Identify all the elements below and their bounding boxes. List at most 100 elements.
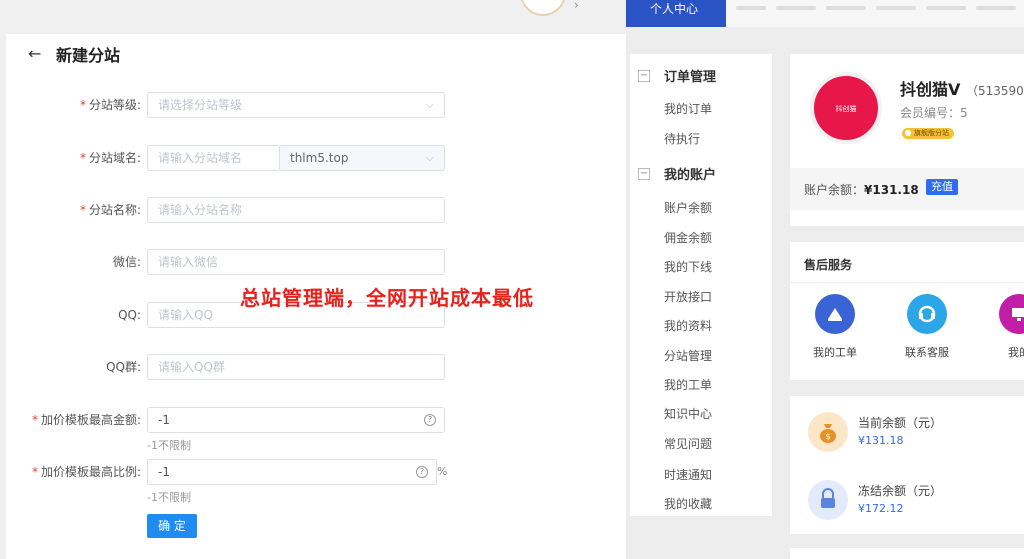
money-bag-icon: $ [808, 412, 848, 452]
personal-center-panel: 个人中心 − 订单管理 我的订单 待执行 − 我的账户 账户余额 佣金余额 我的… [626, 0, 1024, 559]
wechat-label: 微信: [112, 255, 141, 269]
monitor-icon [999, 294, 1024, 334]
avatar[interactable]: 抖创猫 [810, 72, 882, 144]
max-ratio-value: -1 [158, 465, 170, 479]
domain-input[interactable]: 请输入分站域名 [147, 145, 280, 171]
max-amount-hint: -1不限制 [147, 439, 191, 452]
tab-label: 个人中心 [650, 2, 699, 16]
name-label: * 分站名称: [79, 203, 141, 217]
percent-unit: % [437, 465, 448, 478]
tier-badge: 旗舰版分站 [902, 128, 954, 139]
wallet-label: 当前余额（元） [858, 416, 943, 430]
top-navbar: 个人中心 [626, 0, 1024, 27]
qq-group-label-wrap: QQ群: [6, 354, 141, 380]
required-mark: * [79, 98, 86, 112]
required-mark: * [79, 203, 86, 217]
qq-group-input[interactable]: 请输入QQ群 [147, 354, 445, 380]
name-input[interactable]: 请输入分站名称 [147, 197, 445, 223]
qq-label: QQ: [118, 308, 141, 322]
back-arrow-icon[interactable]: ← [28, 45, 46, 63]
profile-card: 抖创猫 抖创猫V （51359084 会员编号：5 旗舰版分站 账户余额：¥13… [790, 54, 1024, 226]
domain-label: * 分站域名: [79, 151, 141, 165]
menu-item-downline[interactable]: 我的下线 [664, 258, 712, 275]
member-number: 会员编号：5 [900, 106, 968, 120]
ticket-icon [815, 294, 855, 334]
wallet-frozen[interactable]: 冻结余额（元） ¥172.12 [808, 480, 1024, 520]
svg-text:$: $ [825, 432, 830, 441]
service-label: 联系客服 [905, 346, 949, 359]
help-icon[interactable]: ? [424, 414, 436, 426]
menu-group-orders[interactable]: − 订单管理 [638, 66, 716, 85]
tab-personal-center[interactable]: 个人中心 [626, 0, 726, 27]
help-icon[interactable]: ? [416, 466, 428, 478]
nav-placeholder [736, 6, 766, 10]
divider [790, 282, 1024, 283]
max-amount-label-wrap: * 加价模板最高金额: [6, 407, 141, 433]
domain-suffix-value: thlm5.top [290, 151, 349, 165]
required-mark: * [31, 465, 38, 479]
balance-amount: ¥131.18 [864, 183, 919, 197]
menu-item-faq[interactable]: 常见问题 [664, 435, 712, 452]
headset-icon [907, 294, 947, 334]
level-label: * 分站等级: [79, 98, 141, 112]
max-amount-input[interactable]: -1 ? [147, 407, 445, 433]
menu-item-commission[interactable]: 佣金余额 [664, 229, 712, 246]
service-title: 售后服务 [804, 258, 853, 272]
lock-icon [808, 480, 848, 520]
required-mark: * [31, 413, 38, 427]
menu-item-knowledge[interactable]: 知识中心 [664, 405, 712, 422]
menu-item-tickets[interactable]: 我的工单 [664, 376, 712, 393]
wallet-card: $ 当前余额（元） ¥131.18 冻结余额（元） ¥172.12 [790, 396, 1024, 534]
service-label: 我的 [1008, 346, 1024, 359]
menu-group-account[interactable]: − 我的账户 [638, 164, 716, 183]
after-sales-card: 售后服务 我的工单 联系客服 我的 [790, 242, 1024, 380]
chevron-down-icon: ⌵ [425, 151, 434, 164]
wechat-placeholder: 请输入微信 [158, 255, 219, 269]
menu-item-account-balance[interactable]: 账户余额 [664, 199, 712, 216]
level-placeholder: 请选择分站等级 [158, 98, 243, 112]
collapse-icon[interactable]: − [638, 69, 650, 82]
menu-item-my-profile[interactable]: 我的资料 [664, 317, 712, 334]
max-amount-value: -1 [158, 413, 170, 427]
chevron-down-icon: ⌵ [425, 98, 434, 111]
menu-item-pending[interactable]: 待执行 [664, 130, 700, 147]
domain-placeholder: 请输入分站域名 [158, 151, 243, 165]
user-name: 抖创猫V （51359084 [900, 76, 1024, 100]
menu-item-notifications[interactable]: 时速通知 [664, 466, 712, 483]
page-title: 新建分站 [56, 46, 121, 65]
wallet-current[interactable]: $ 当前余额（元） ¥131.18 [808, 412, 1024, 452]
nav-placeholder [826, 6, 866, 10]
name-label-wrap: * 分站名称: [6, 197, 141, 223]
recharge-button[interactable]: 充值 [926, 179, 958, 195]
promo-overlay-text: 总站管理端，全网开站成本最低 [240, 286, 534, 310]
menu-group-label: 我的账户 [664, 168, 717, 183]
wallet-label: 冻结余额（元） [858, 484, 943, 498]
menu-item-favorites[interactable]: 我的收藏 [664, 495, 712, 512]
nav-placeholder [876, 6, 916, 10]
max-ratio-input[interactable]: -1 ? [147, 459, 437, 485]
nav-placeholder [976, 6, 1016, 10]
wallet-value: ¥172.12 [858, 502, 904, 515]
max-amount-label: * 加价模板最高金额: [31, 413, 141, 427]
menu-item-open-api[interactable]: 开放接口 [664, 288, 712, 305]
nav-placeholder [776, 6, 816, 10]
collapse-icon[interactable]: − [638, 167, 650, 180]
avatar-logo-text: 抖创猫 [835, 105, 857, 113]
service-my-tickets[interactable]: 我的工单 [800, 294, 870, 360]
confirm-button[interactable]: 确 定 [147, 514, 197, 538]
service-contact[interactable]: 联系客服 [892, 294, 962, 360]
domain-suffix-select[interactable]: thlm5.top ⌵ [279, 145, 445, 171]
wallet-value: ¥131.18 [858, 434, 904, 447]
wechat-input[interactable]: 请输入微信 [147, 249, 445, 275]
level-select[interactable]: 请选择分站等级 ⌵ [147, 92, 445, 118]
max-ratio-label: * 加价模板最高比例: [31, 465, 141, 479]
menu-group-label: 订单管理 [664, 70, 717, 85]
page-header: ← 新建分站 [28, 42, 120, 66]
qq-label-wrap: QQ: [6, 302, 141, 328]
service-more[interactable]: 我的 [984, 294, 1024, 360]
menu-item-my-orders[interactable]: 我的订单 [664, 100, 712, 117]
required-mark: * [79, 151, 86, 165]
menu-item-substation[interactable]: 分站管理 [664, 347, 712, 364]
wechat-label-wrap: 微信: [6, 249, 141, 275]
max-ratio-hint: -1不限制 [147, 491, 191, 504]
